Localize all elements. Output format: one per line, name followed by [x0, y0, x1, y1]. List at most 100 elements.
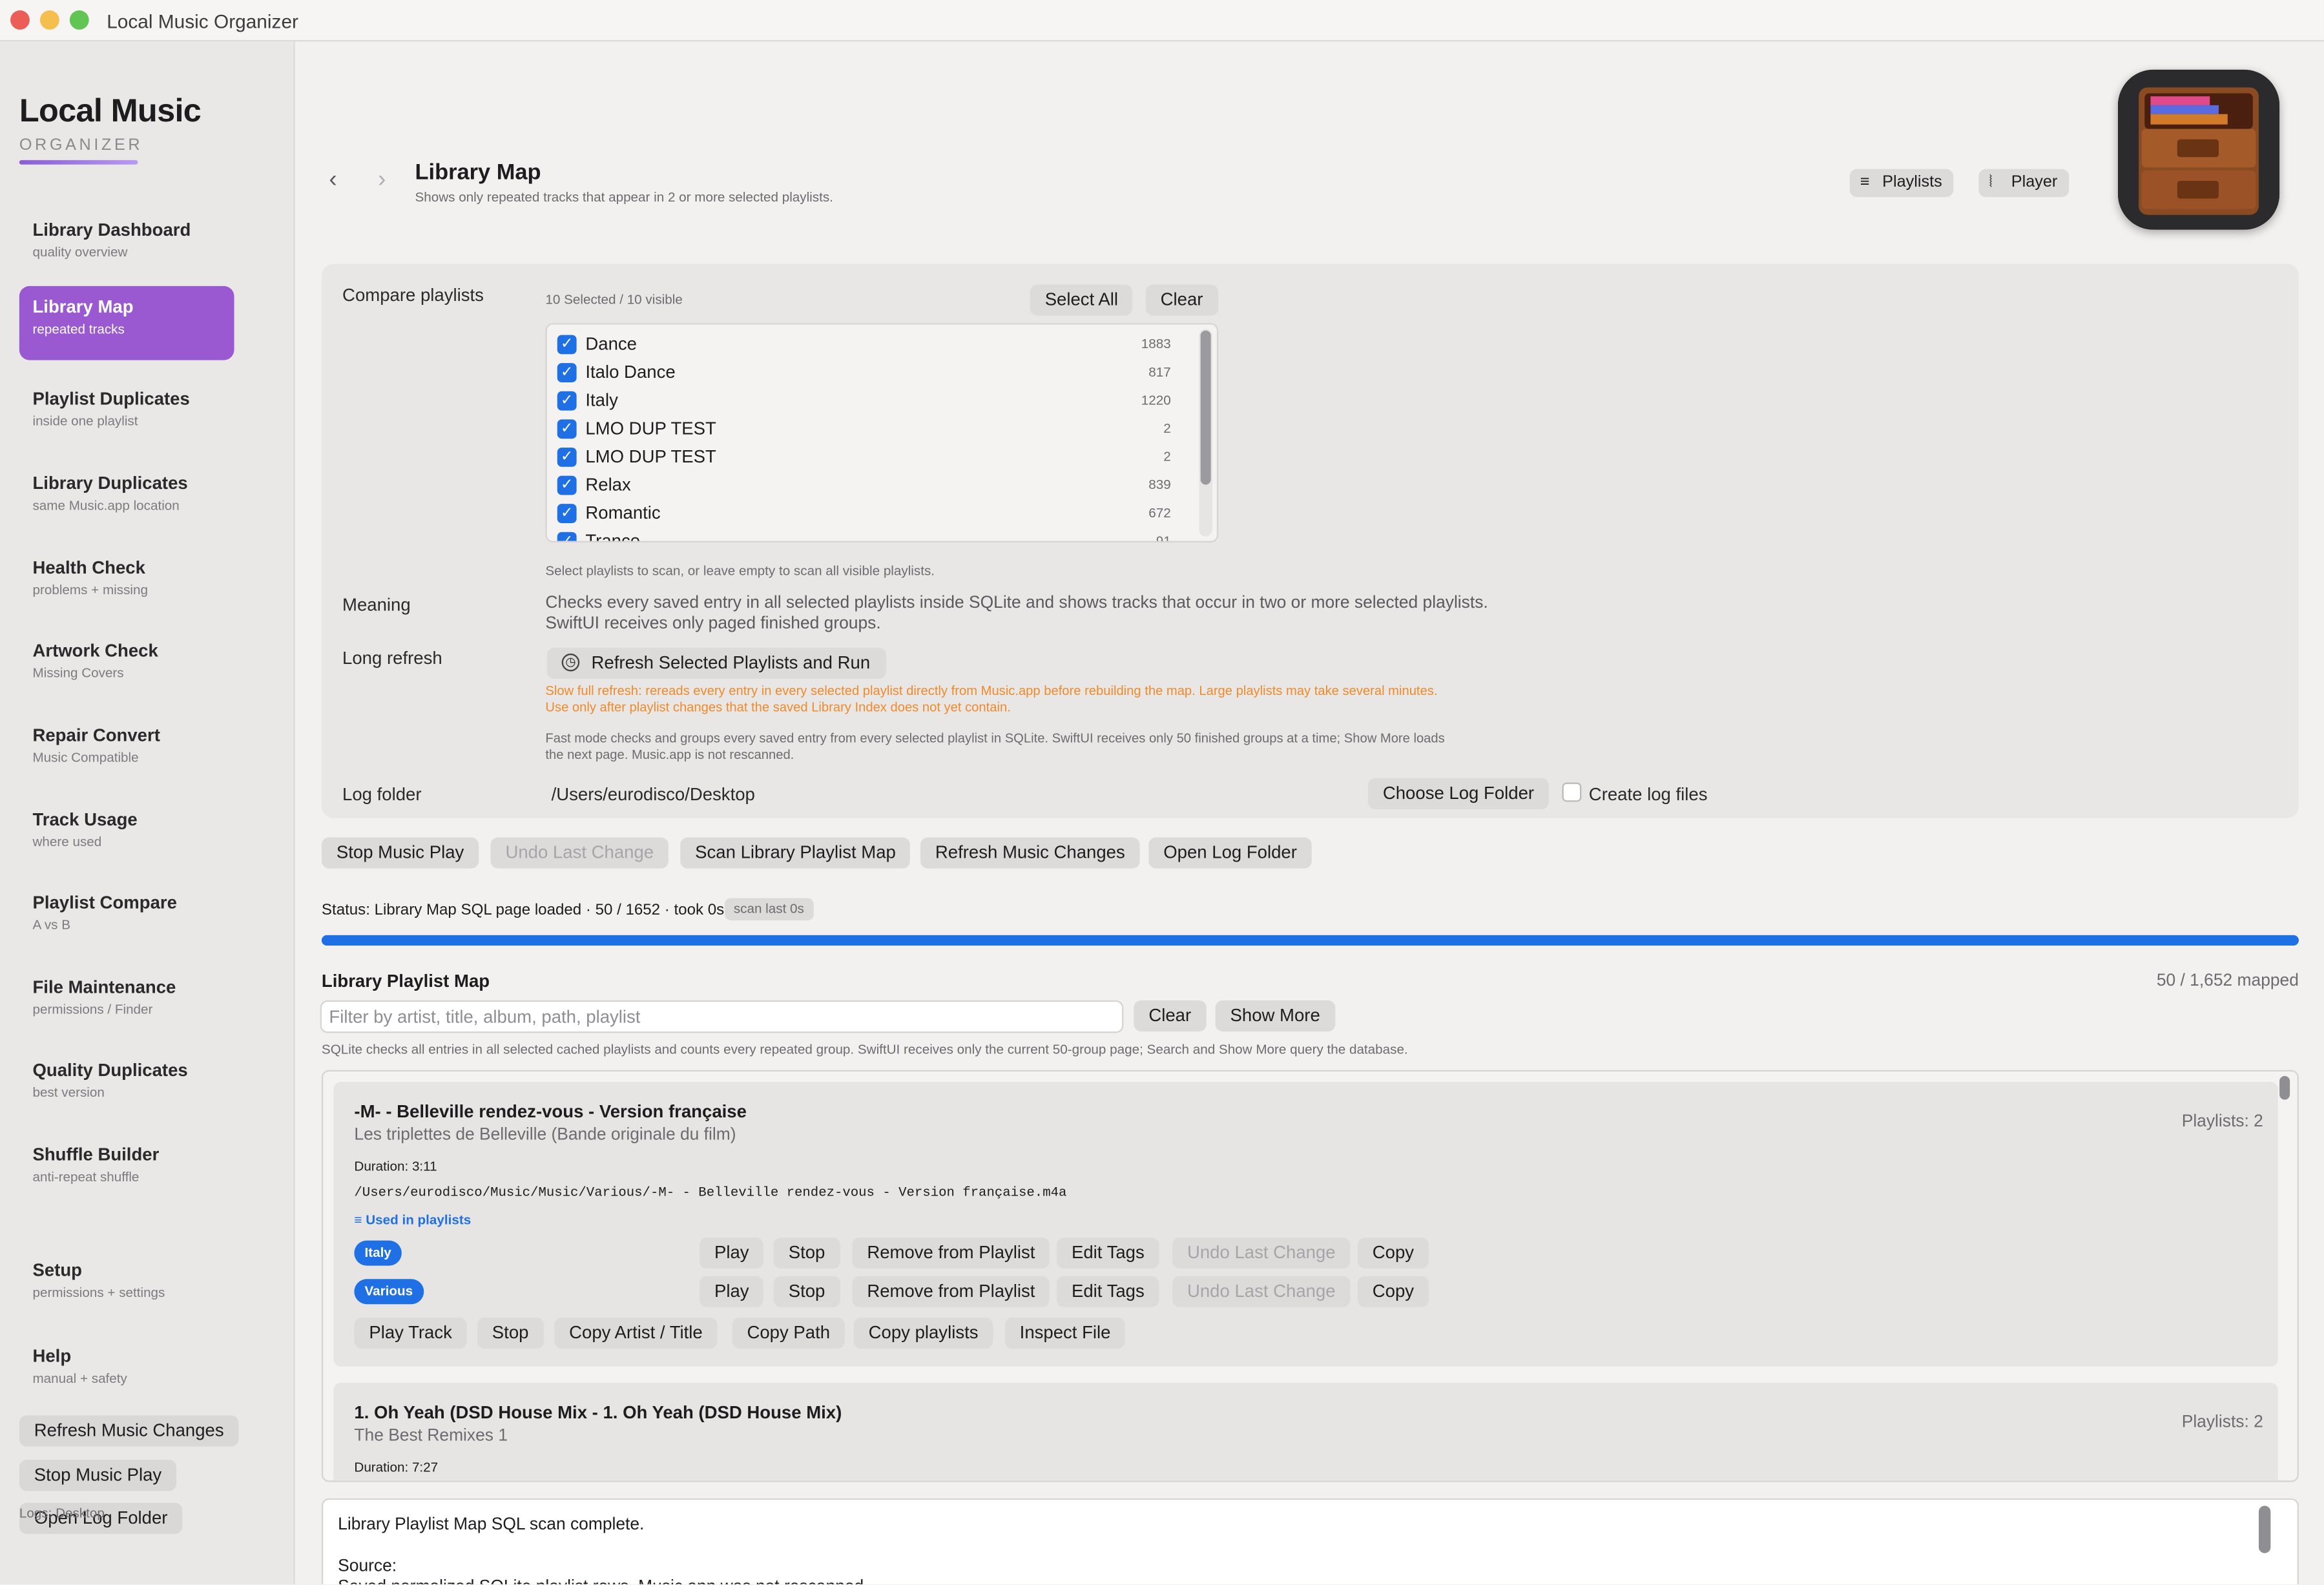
row-undo-button[interactable]: Undo Last Change [1172, 1237, 1351, 1269]
row-stop-button[interactable]: Stop [773, 1237, 840, 1269]
row-undo-button[interactable]: Undo Last Change [1172, 1276, 1351, 1307]
sidebar-item-help[interactable]: Help manual + safety [19, 1335, 234, 1409]
filter-input[interactable] [320, 1000, 1124, 1033]
sidebar-item-track-usage[interactable]: Track Usage where used [19, 799, 234, 873]
mapped-count: 50 / 1,652 mapped [2156, 972, 2299, 990]
sidebar-item-shuffle-builder[interactable]: Shuffle Builder anti-repeat shuffle [19, 1134, 234, 1208]
sidebar-item-playlist-compare[interactable]: Playlist Compare A vs B [19, 882, 234, 956]
row-play-button[interactable]: Play [700, 1237, 764, 1269]
remove-from-playlist-button[interactable]: Remove from Playlist [852, 1276, 1050, 1307]
stop-music-play-button[interactable]: Stop Music Play [321, 837, 479, 869]
track-duration: Duration: 3:11 [354, 1159, 437, 1174]
playlist-name: Dance [585, 333, 637, 355]
sidebar-item-library-map[interactable]: Library Map repeated tracks [19, 285, 234, 360]
sidebar-item-label: Setup [32, 1259, 82, 1281]
refresh-selected-playlists-button[interactable]: ◷ Refresh Selected Playlists and Run [546, 647, 887, 679]
choose-log-folder-button[interactable]: Choose Log Folder [1367, 778, 1550, 809]
sidebar-item-label: Repair Convert [32, 725, 160, 746]
playlist-count: 817 [1148, 364, 1171, 380]
results-scrollbar[interactable] [2278, 1073, 2292, 1479]
scan-time-badge: scan last 0s [725, 898, 813, 920]
zoom-window-button[interactable] [69, 10, 89, 30]
sidebar-item-sub: quality overview [32, 244, 128, 260]
progress-bar [321, 935, 2299, 946]
playlist-item[interactable]: ✓ LMO DUP TEST 2 [557, 443, 1171, 471]
checkbox-checked-icon[interactable]: ✓ [557, 447, 577, 467]
chevron-left-icon[interactable]: ‹ [329, 167, 337, 194]
playlists-button[interactable]: ≡ Playlists [1849, 169, 1955, 198]
row-copy-button[interactable]: Copy [1357, 1237, 1429, 1269]
copy-playlists-button[interactable]: Copy playlists [853, 1317, 993, 1349]
checkbox-checked-icon[interactable]: ✓ [557, 475, 577, 495]
filter-clear-button[interactable]: Clear [1134, 1000, 1207, 1032]
edit-tags-button[interactable]: Edit Tags [1057, 1276, 1159, 1307]
sidebar-item-sub: Missing Covers [32, 665, 124, 681]
sidebar-item-playlist-duplicates[interactable]: Playlist Duplicates inside one playlist [19, 378, 234, 452]
results-list: -M- - Belleville rendez-vous - Version f… [321, 1070, 2299, 1482]
sidebar-item-library-dashboard[interactable]: Library Dashboard quality overview [19, 209, 234, 284]
footer-stop-button[interactable]: Stop [477, 1317, 544, 1349]
row-stop-button[interactable]: Stop [773, 1276, 840, 1307]
playlist-item[interactable]: ✓ Italy 1220 [557, 387, 1171, 415]
scrollbar-thumb[interactable] [1200, 330, 1211, 485]
playlists-button-label: Playlists [1882, 173, 1942, 192]
map-section-title: Library Playlist Map [321, 970, 490, 992]
player-button[interactable]: ⦚ Player [1978, 169, 2070, 198]
play-track-button[interactable]: Play Track [354, 1317, 467, 1349]
sidebar-stop-music-button[interactable]: Stop Music Play [19, 1460, 177, 1491]
sidebar-item-library-duplicates[interactable]: Library Duplicates same Music.app locati… [19, 462, 234, 537]
playlist-item[interactable]: ✓ Italo Dance 817 [557, 358, 1171, 387]
checkbox-checked-icon[interactable]: ✓ [557, 504, 577, 523]
checkbox-checked-icon[interactable]: ✓ [557, 335, 577, 355]
copy-path-button[interactable]: Copy Path [732, 1317, 846, 1349]
playlist-item[interactable]: ✓ Relax 839 [557, 471, 1171, 500]
copy-artist-title-button[interactable]: Copy Artist / Title [554, 1317, 718, 1349]
scrollbar-thumb[interactable] [2279, 1075, 2290, 1100]
sidebar-item-sub: manual + safety [32, 1371, 127, 1386]
progress-fill [321, 935, 2299, 946]
refresh-music-changes-button[interactable]: Refresh Music Changes [920, 837, 1140, 869]
meaning-line: Checks every saved entry in all selected… [545, 594, 1488, 612]
sidebar-item-label: File Maintenance [32, 977, 176, 998]
select-all-button[interactable]: Select All [1030, 284, 1133, 316]
sidebar-item-artwork-check[interactable]: Artwork Check Missing Covers [19, 630, 234, 704]
sidebar-item-sub: permissions + settings [32, 1285, 165, 1300]
playlist-count: 91 [1156, 534, 1171, 543]
sidebar-item-quality-duplicates[interactable]: Quality Duplicates best version [19, 1050, 234, 1124]
chevron-right-icon[interactable]: › [378, 167, 386, 194]
note-line: the next page. Music.app is not rescanne… [545, 747, 794, 762]
playlist-item[interactable]: ✓ Dance 1883 [557, 331, 1171, 359]
checkbox-checked-icon[interactable]: ✓ [557, 532, 577, 541]
sidebar-item-repair-convert[interactable]: Repair Convert Music Compatible [19, 714, 234, 789]
show-more-button[interactable]: Show More [1215, 1000, 1335, 1032]
sidebar-item-label: Quality Duplicates [32, 1059, 188, 1081]
inspect-file-button[interactable]: Inspect File [1004, 1317, 1126, 1349]
playlist-item[interactable]: ✓ Trance 91 [557, 528, 1171, 543]
playlist-list-scrollbar[interactable] [1199, 329, 1212, 537]
log-scrollbar-thumb[interactable] [2258, 1506, 2271, 1553]
checkbox-checked-icon[interactable]: ✓ [557, 363, 577, 383]
checkbox-checked-icon[interactable]: ✓ [557, 419, 577, 439]
row-play-button[interactable]: Play [700, 1276, 764, 1307]
sidebar-refresh-music-button[interactable]: Refresh Music Changes [19, 1415, 239, 1447]
playlist-name: LMO DUP TEST [585, 418, 716, 439]
edit-tags-button[interactable]: Edit Tags [1057, 1237, 1159, 1269]
remove-from-playlist-button[interactable]: Remove from Playlist [852, 1237, 1050, 1269]
scan-library-playlist-map-button[interactable]: Scan Library Playlist Map [680, 837, 911, 869]
meaning-label: Meaning [342, 594, 411, 616]
undo-last-change-button[interactable]: Undo Last Change [490, 837, 669, 869]
sidebar-item-sub: best version [32, 1084, 105, 1100]
playlist-item[interactable]: ✓ Romantic 672 [557, 499, 1171, 528]
playlist-item[interactable]: ✓ LMO DUP TEST 2 [557, 415, 1171, 443]
sidebar-item-health-check[interactable]: Health Check problems + missing [19, 547, 234, 621]
sidebar-item-sub: repeated tracks [32, 321, 125, 337]
close-window-button[interactable] [10, 10, 30, 30]
sidebar-item-setup[interactable]: Setup permissions + settings [19, 1249, 234, 1323]
checkbox-checked-icon[interactable]: ✓ [557, 391, 577, 411]
open-log-folder-button[interactable]: Open Log Folder [1148, 837, 1312, 869]
minimize-window-button[interactable] [39, 10, 59, 30]
sidebar-item-file-maintenance[interactable]: File Maintenance permissions / Finder [19, 966, 234, 1041]
row-copy-button[interactable]: Copy [1357, 1276, 1429, 1307]
clear-selection-button[interactable]: Clear [1145, 284, 1218, 316]
create-log-files-checkbox[interactable] [1562, 782, 1582, 802]
